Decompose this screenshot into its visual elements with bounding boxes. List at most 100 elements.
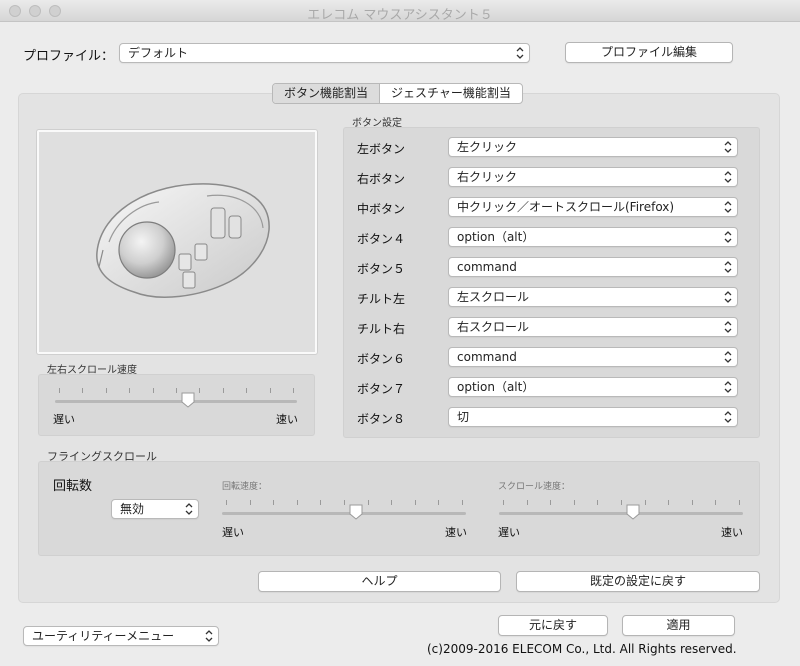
chevron-updown-icon <box>205 629 213 643</box>
chevron-updown-icon <box>724 410 732 424</box>
button-row-select[interactable]: command <box>448 347 738 367</box>
slider-tick <box>462 500 463 505</box>
slider-tick <box>297 500 298 505</box>
button-row-select[interactable]: option（alt） <box>448 227 738 247</box>
button-row-value: 右スクロール <box>457 320 530 334</box>
slider-tick <box>597 500 598 505</box>
horizontal-scroll-slider[interactable] <box>55 388 297 408</box>
chevron-updown-icon <box>724 350 732 364</box>
scroll-speed-slider[interactable] <box>499 500 743 520</box>
horizontal-scroll-slow: 遅い <box>53 413 75 426</box>
mouse-image-frame <box>37 130 317 354</box>
chevron-updown-icon <box>724 230 732 244</box>
slider-tick <box>106 388 107 393</box>
chevron-updown-icon <box>724 320 732 334</box>
help-button[interactable]: ヘルプ <box>258 571 501 592</box>
chevron-updown-icon <box>724 140 732 154</box>
slider-tick <box>550 500 551 505</box>
slider-tick <box>153 388 154 393</box>
profile-label: プロファイル： <box>23 49 115 64</box>
horizontal-scroll-fast: 速い <box>276 413 298 426</box>
rotation-count-select[interactable]: 無効 <box>111 499 199 519</box>
slider-knob-icon[interactable] <box>181 392 195 408</box>
app-window: エレコム マウスアシスタント５ プロファイル： デフォルト プロファイル編集 ボ… <box>0 0 800 666</box>
button-row-value: option（alt） <box>457 380 535 394</box>
chevron-updown-icon <box>516 46 524 60</box>
apply-button[interactable]: 適用 <box>622 615 735 636</box>
button-row-value: command <box>457 350 517 364</box>
chevron-updown-icon <box>724 380 732 394</box>
slider-tick <box>368 500 369 505</box>
tab-bar: ボタン機能割当 ジェスチャー機能割当 <box>272 83 523 104</box>
slider-tick <box>391 500 392 505</box>
slider-tick <box>176 388 177 393</box>
tab-button-assignment[interactable]: ボタン機能割当 <box>273 84 381 103</box>
chevron-updown-icon <box>724 170 732 184</box>
button-row-select[interactable]: command <box>448 257 738 277</box>
button-row-select[interactable]: 中クリック／オートスクロール(Firefox) <box>448 197 738 217</box>
scroll-speed-title: スクロール速度： <box>498 482 571 492</box>
slider-knob-icon[interactable] <box>626 504 640 520</box>
slider-tick <box>223 388 224 393</box>
title-bar: エレコム マウスアシスタント５ <box>0 0 800 23</box>
slider-tick <box>621 500 622 505</box>
window-title: エレコム マウスアシスタント５ <box>307 8 493 23</box>
profile-select-value: デフォルト <box>128 46 189 60</box>
slider-tick <box>226 500 227 505</box>
chevron-updown-icon <box>185 502 193 516</box>
button-row-label: ボタン８ <box>357 412 406 426</box>
slider-tick <box>293 388 294 393</box>
button-row-label: ボタン５ <box>357 262 406 276</box>
button-row-select[interactable]: 右クリック <box>448 167 738 187</box>
chevron-updown-icon <box>724 200 732 214</box>
scroll-speed-fast: 速い <box>721 526 743 539</box>
button-row-value: option（alt） <box>457 230 535 244</box>
slider-tick <box>503 500 504 505</box>
tab-gesture-assignment[interactable]: ジェスチャー機能割当 <box>380 84 522 103</box>
slider-tick <box>527 500 528 505</box>
button-row-select[interactable]: 左クリック <box>448 137 738 157</box>
chevron-updown-icon <box>724 290 732 304</box>
slider-knob-icon[interactable] <box>349 504 363 520</box>
button-row-select[interactable]: 右スクロール <box>448 317 738 337</box>
slider-tick <box>645 500 646 505</box>
rotation-speed-title: 回転速度： <box>222 482 268 492</box>
button-row-select[interactable]: option（alt） <box>448 377 738 397</box>
slider-tick <box>739 500 740 505</box>
slider-tick <box>82 388 83 393</box>
button-row-label: ボタン７ <box>357 382 406 396</box>
rotation-count-label: 回転数 <box>53 479 93 494</box>
button-row-label: 右ボタン <box>357 172 406 186</box>
utility-menu-value: ユーティリティーメニュー <box>32 629 175 643</box>
reset-default-button[interactable]: 既定の設定に戻す <box>516 571 760 592</box>
button-row-select[interactable]: 左スクロール <box>448 287 738 307</box>
rotation-speed-fast: 速い <box>445 526 467 539</box>
chevron-updown-icon <box>724 260 732 274</box>
slider-tick <box>273 500 274 505</box>
slider-tick <box>270 388 271 393</box>
slider-tick <box>415 500 416 505</box>
slider-tick <box>574 500 575 505</box>
slider-tick <box>246 388 247 393</box>
slider-tick <box>320 500 321 505</box>
button-row-label: ボタン４ <box>357 232 406 246</box>
button-row-value: command <box>457 260 517 274</box>
button-row-label: 左ボタン <box>357 142 406 156</box>
button-row-value: 中クリック／オートスクロール(Firefox) <box>457 200 675 214</box>
button-row-label: チルト右 <box>357 322 406 336</box>
scroll-speed-slow: 遅い <box>498 526 520 539</box>
profile-select[interactable]: デフォルト <box>119 43 530 63</box>
button-row-value: 左クリック <box>457 140 518 154</box>
button-row-value: 左スクロール <box>457 290 530 304</box>
mouse-illustration <box>96 183 270 298</box>
rotation-speed-slider[interactable] <box>222 500 466 520</box>
button-row-select[interactable]: 切 <box>448 407 738 427</box>
utility-menu-select[interactable]: ユーティリティーメニュー <box>23 626 219 646</box>
copyright-text: (c)2009-2016 ELECOM Co., Ltd. All Rights… <box>427 642 737 656</box>
profile-edit-button[interactable]: プロファイル編集 <box>565 42 733 63</box>
slider-tick <box>250 500 251 505</box>
slider-tick <box>59 388 60 393</box>
rotation-speed-slow: 遅い <box>222 526 244 539</box>
slider-tick <box>129 388 130 393</box>
revert-button[interactable]: 元に戻す <box>498 615 608 636</box>
